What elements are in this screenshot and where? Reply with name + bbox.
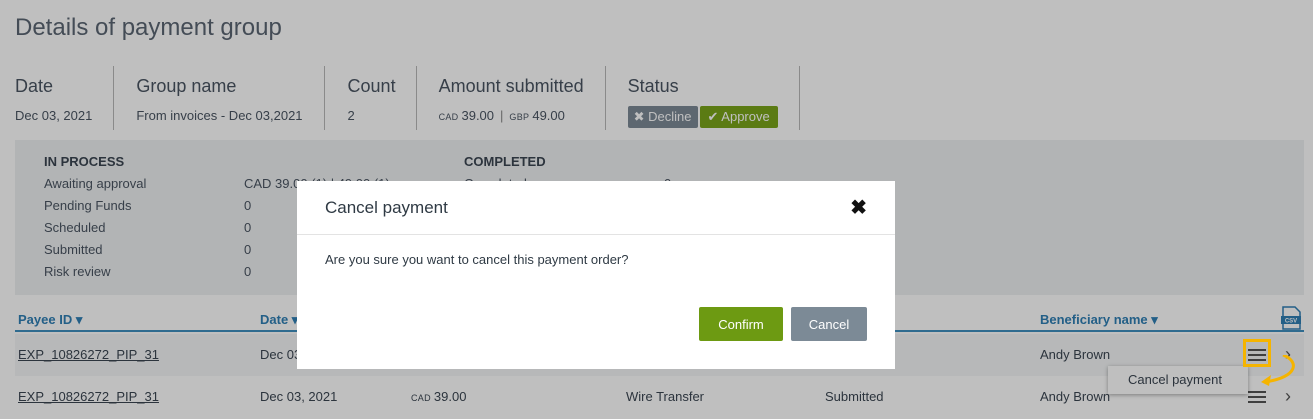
confirm-button[interactable]: Confirm: [699, 307, 783, 341]
dialog-title: Cancel payment: [325, 198, 448, 217]
cancel-button[interactable]: Cancel: [791, 307, 867, 341]
dialog-header: Cancel payment ✖: [297, 181, 895, 235]
close-icon[interactable]: ✖: [850, 195, 867, 220]
cancel-payment-dialog: Cancel payment ✖ Are you sure you want t…: [297, 181, 895, 369]
dialog-message: Are you sure you want to cancel this pay…: [325, 252, 629, 267]
pointer-arrow-icon: [1261, 355, 1295, 386]
